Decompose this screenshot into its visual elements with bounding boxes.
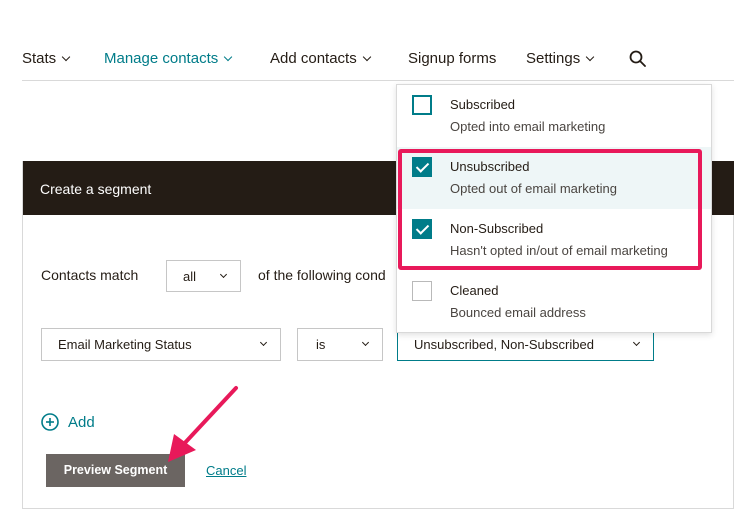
checkbox-cleaned[interactable] <box>412 281 432 301</box>
plus-circle-icon <box>41 413 59 431</box>
annotation-arrow-icon <box>168 386 238 462</box>
option-non-subscribed[interactable]: Non-Subscribed Hasn't opted in/out of em… <box>397 209 711 271</box>
chevron-down-icon <box>224 52 233 61</box>
page-title: Create a segment <box>40 181 152 197</box>
status-dropdown-menu: Subscribed Opted into email marketing Un… <box>396 84 712 333</box>
option-title: Unsubscribed <box>450 159 530 174</box>
checkbox-non-subscribed[interactable] <box>412 219 432 239</box>
option-subtitle: Bounced email address <box>450 305 586 320</box>
option-unsubscribed[interactable]: Unsubscribed Opted out of email marketin… <box>397 147 711 209</box>
option-subscribed[interactable]: Subscribed Opted into email marketing <box>397 85 711 147</box>
option-subtitle: Opted out of email marketing <box>450 181 617 196</box>
nav-stats[interactable]: Stats <box>22 50 71 67</box>
nav-settings[interactable]: Settings <box>526 50 595 67</box>
nav-manage-contacts[interactable]: Manage contacts <box>104 50 233 67</box>
condition-field-value: Email Marketing Status <box>58 337 192 352</box>
option-cleaned[interactable]: Cleaned Bounced email address <box>397 271 711 333</box>
option-title: Non-Subscribed <box>450 221 544 236</box>
chevron-down-icon <box>61 52 71 61</box>
chevron-down-icon <box>632 338 641 347</box>
chevron-down-icon <box>219 270 228 278</box>
condition-operator-value: is <box>316 337 326 352</box>
condition-field-select[interactable]: Email Marketing Status <box>41 328 281 361</box>
nav-signup-forms-label: Signup forms <box>408 50 497 67</box>
add-condition-button[interactable]: Add <box>41 413 95 431</box>
option-subtitle: Hasn't opted in/out of email marketing <box>450 243 668 258</box>
search-icon[interactable] <box>629 50 646 67</box>
match-select-value: all <box>183 268 197 284</box>
checkbox-unsubscribed[interactable] <box>412 157 432 177</box>
nav-add-contacts[interactable]: Add contacts <box>270 50 371 67</box>
nav-divider <box>22 80 734 81</box>
nav-settings-label: Settings <box>526 50 581 67</box>
option-title: Cleaned <box>450 283 499 298</box>
chevron-down-icon <box>259 338 268 347</box>
condition-operator-select[interactable]: is <box>297 328 383 361</box>
nav-signup-forms[interactable]: Signup forms <box>408 50 496 67</box>
contacts-match-label: Contacts match <box>41 267 139 283</box>
checkbox-subscribed[interactable] <box>412 95 432 115</box>
chevron-down-icon <box>362 52 371 61</box>
add-condition-label: Add <box>68 413 95 431</box>
match-select[interactable]: all <box>166 260 241 292</box>
chevron-down-icon <box>361 338 370 347</box>
following-conditions-label: of the following cond <box>258 267 386 283</box>
nav-add-contacts-label: Add contacts <box>270 50 357 67</box>
chevron-down-icon <box>585 52 595 61</box>
nav-stats-label: Stats <box>22 50 57 67</box>
condition-value-text: Unsubscribed, Non-Subscribed <box>414 337 594 352</box>
option-title: Subscribed <box>450 97 516 112</box>
option-subtitle: Opted into email marketing <box>450 119 606 134</box>
nav-manage-contacts-label: Manage contacts <box>104 50 219 67</box>
top-nav: Stats Manage contacts Add contacts Signu… <box>0 44 734 76</box>
